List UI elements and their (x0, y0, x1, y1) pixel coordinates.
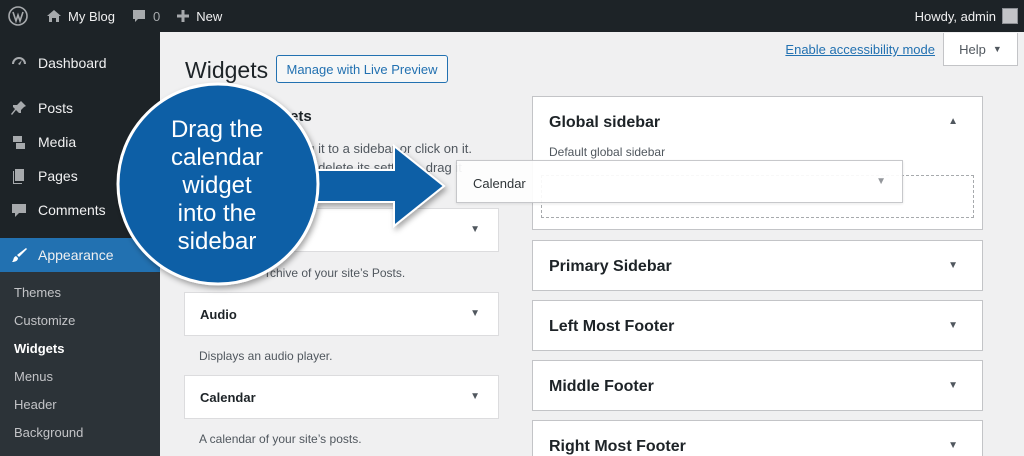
widget-calendar[interactable]: Calendar ▼ (184, 375, 499, 419)
submenu-widgets[interactable]: Widgets (0, 335, 160, 363)
caret-down-icon[interactable]: ▼ (470, 391, 480, 402)
comment-bubble-icon (132, 10, 145, 22)
sidebar-title: Middle Footer (549, 378, 654, 395)
caret-down-icon: ▼ (876, 176, 886, 187)
caret-down-icon: ▼ (992, 44, 1002, 54)
pages-icon (13, 169, 24, 184)
sidebar-title: Primary Sidebar (549, 258, 672, 275)
caret-down-icon[interactable]: ▼ (948, 320, 958, 331)
menu-media-label: Media (38, 134, 77, 150)
appearance-submenu: Themes Customize Widgets Menus Header Ba… (0, 272, 160, 456)
howdy-text: Howdy, admin (914, 8, 996, 24)
comments-icon (12, 204, 26, 217)
pin-icon (11, 101, 26, 115)
callout-line: widget (182, 172, 252, 199)
plus-icon (177, 10, 190, 22)
menu-pages-label: Pages (38, 168, 78, 184)
sidebar-title: Right Most Footer (549, 438, 686, 455)
callout-line: Drag the (170, 116, 264, 143)
callout-line: sidebar (177, 228, 257, 255)
media-icon (13, 136, 25, 149)
widget-description: Displays an audio player. (199, 349, 333, 363)
paintbrush-icon (12, 248, 27, 262)
my-account-link[interactable]: Howdy, admin (915, 0, 1024, 32)
home-icon (47, 10, 61, 22)
menu-appearance-label: Appearance (38, 247, 114, 263)
sidebar-left-most-footer[interactable]: Left Most Footer ▼ (532, 300, 983, 351)
help-label: Help (959, 41, 986, 57)
callout-arrow-icon (309, 143, 446, 229)
caret-down-icon[interactable]: ▼ (470, 308, 480, 319)
comments-link[interactable]: 0 (123, 0, 168, 32)
callout-line: into the (177, 200, 257, 227)
new-content-link[interactable]: New (168, 0, 230, 32)
comments-count: 0 (152, 8, 161, 24)
caret-down-icon[interactable]: ▼ (470, 224, 480, 235)
caret-down-icon[interactable]: ▼ (948, 260, 958, 271)
widget-description: A calendar of your site’s posts. (199, 432, 362, 446)
site-name: My Blog (68, 8, 115, 24)
submenu-menus[interactable]: Menus (0, 363, 160, 391)
admin-bar: My Blog 0 New Howdy, admin (0, 0, 1024, 32)
menu-dashboard-label: Dashboard (38, 55, 107, 71)
sidebar-right-most-footer[interactable]: Right Most Footer ▼ (532, 420, 983, 456)
submenu-background[interactable]: Background (0, 419, 160, 447)
dragging-calendar-widget[interactable]: Calendar ▼ (456, 160, 903, 203)
sidebar-middle-footer[interactable]: Middle Footer ▼ (532, 360, 983, 411)
sidebar-primary[interactable]: Primary Sidebar ▼ (532, 240, 983, 291)
submenu-customize[interactable]: Customize (0, 307, 160, 335)
help-button[interactable]: Help ▼ (943, 33, 1018, 66)
callout-text: Drag the calendar widget into the sideba… (150, 116, 284, 256)
screen-meta-links: Enable accessibility mode Help ▼ (785, 33, 1018, 66)
sidebar-description: Default global sidebar (549, 145, 666, 159)
menu-dashboard[interactable]: Dashboard (0, 46, 160, 80)
menu-comments-label: Comments (38, 202, 106, 218)
dragging-widget-label: Calendar (473, 176, 526, 191)
manage-live-preview-button[interactable]: Manage with Live Preview (276, 55, 448, 83)
widget-title: Calendar (200, 389, 256, 405)
menu-posts-label: Posts (38, 100, 74, 116)
wordpress-logo-button[interactable] (0, 0, 38, 32)
caret-down-icon[interactable]: ▼ (948, 380, 958, 391)
caret-down-icon[interactable]: ▼ (948, 440, 958, 451)
dashboard-gauge-icon (12, 57, 26, 65)
sidebar-title: Global sidebar (549, 114, 661, 131)
callout-line: calendar (170, 144, 264, 171)
avatar (1002, 8, 1018, 24)
sidebar-title: Left Most Footer (549, 318, 675, 335)
new-label: New (196, 8, 223, 24)
site-name-link[interactable]: My Blog (38, 0, 123, 32)
submenu-header[interactable]: Header (0, 391, 160, 419)
widget-audio[interactable]: Audio ▼ (184, 292, 499, 336)
widget-title: Audio (200, 306, 237, 322)
wordpress-logo-icon (8, 6, 28, 26)
enable-accessibility-link[interactable]: Enable accessibility mode (785, 42, 935, 57)
caret-up-icon[interactable]: ▲ (948, 116, 958, 127)
